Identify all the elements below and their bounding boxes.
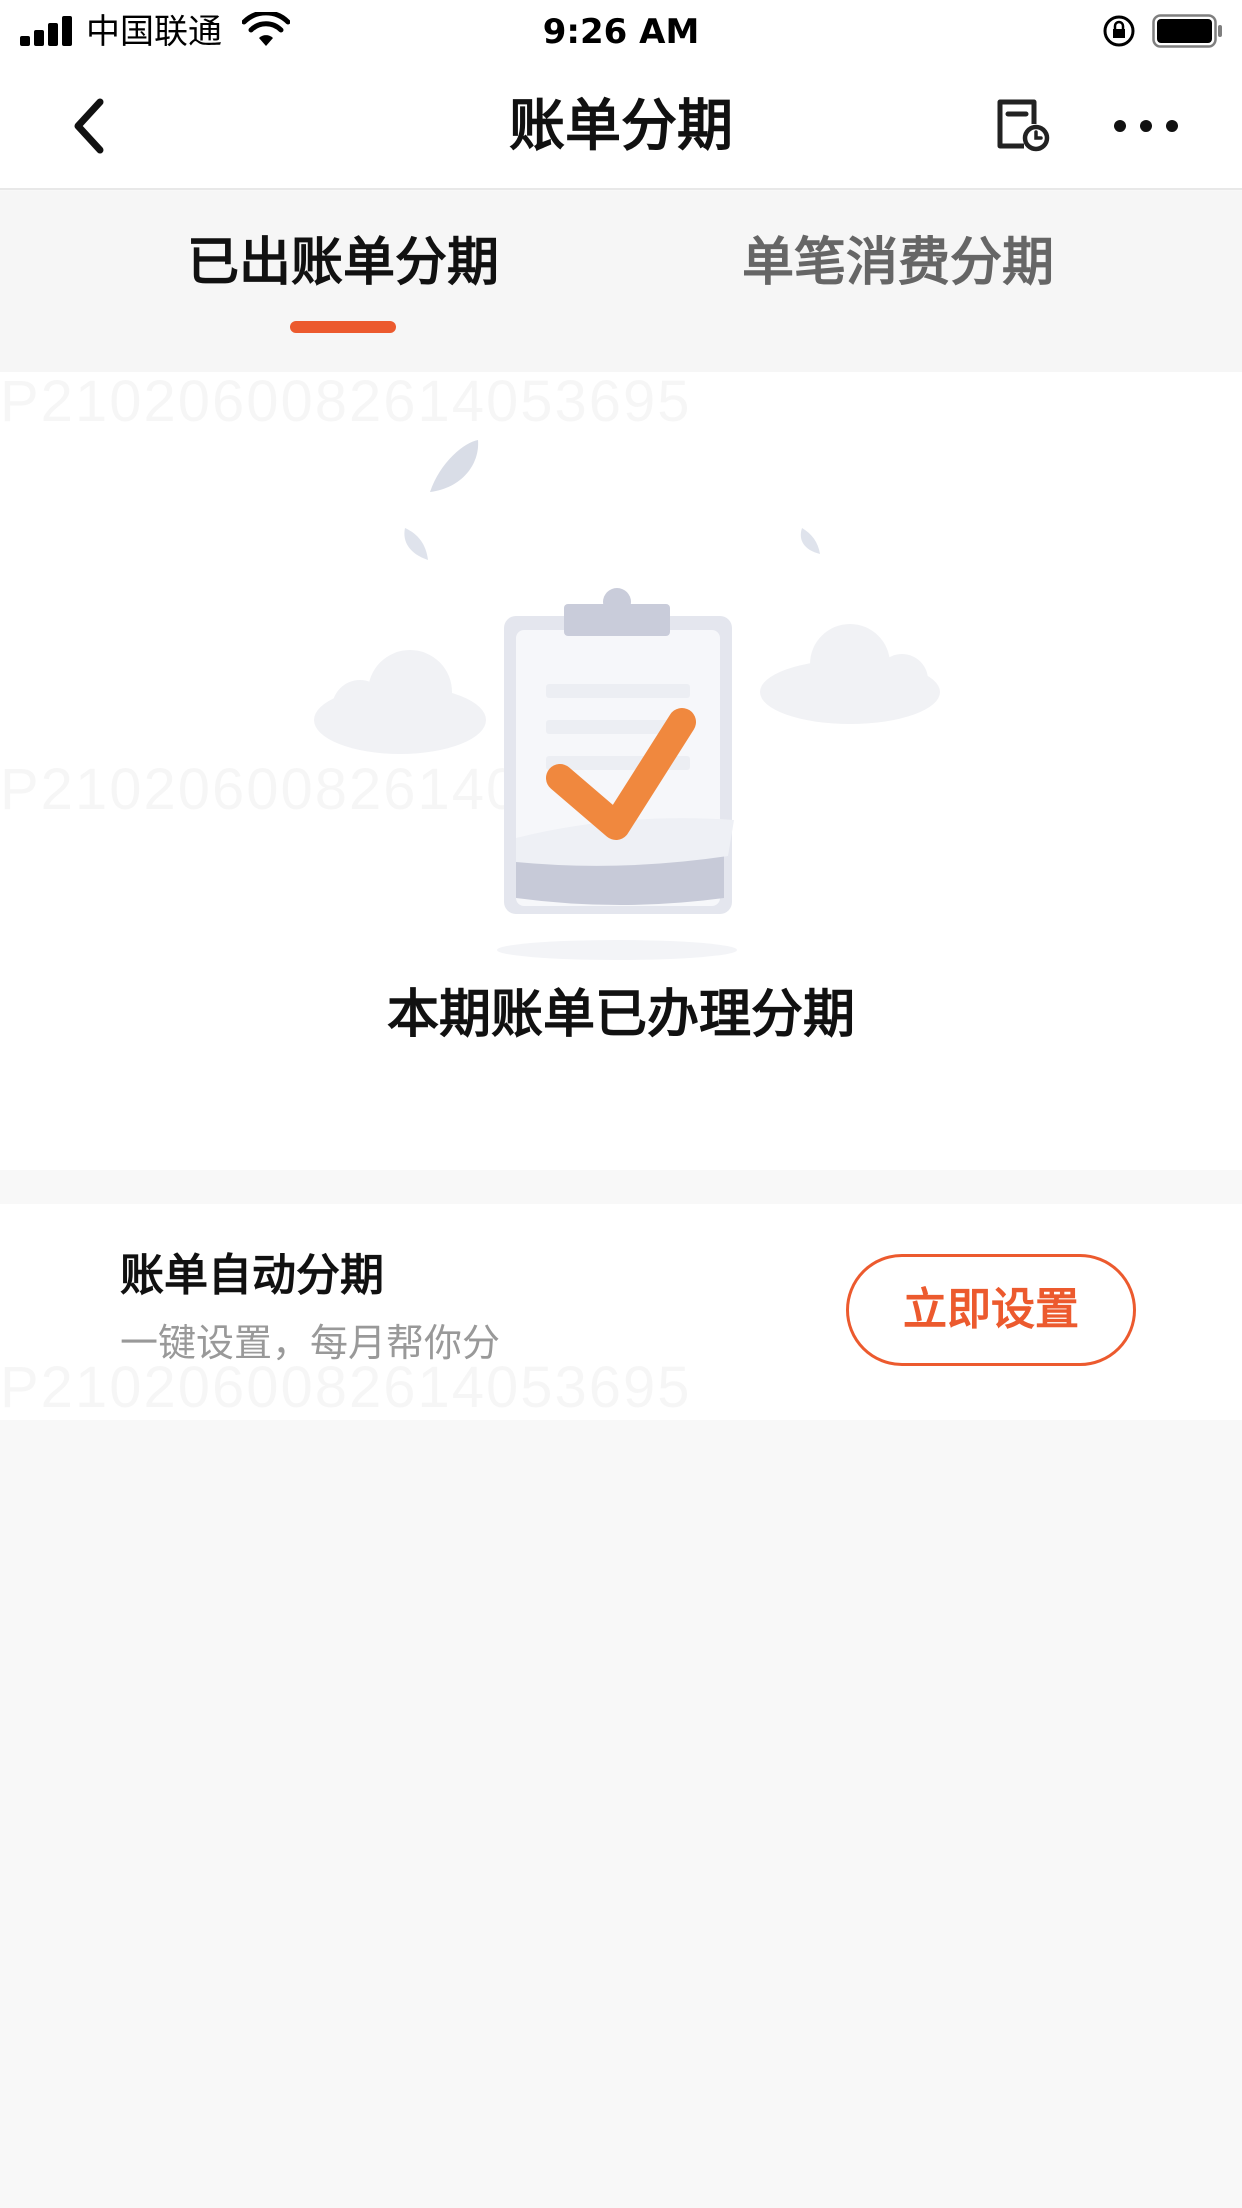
empty-state-card: P2102060082614053695 P210206008261405369… bbox=[0, 372, 1242, 1170]
empty-state-message: 本期账单已办理分期 bbox=[386, 985, 855, 1045]
auto-installment-title: 账单自动分期 bbox=[120, 1250, 384, 1301]
nav-bar: 账单分期 bbox=[0, 62, 1242, 190]
watermark: P2102060082614053695 bbox=[0, 1354, 692, 1421]
clipboard-check-illustration bbox=[314, 440, 940, 960]
tab-single-purchase-installment[interactable]: 单笔消费分期 bbox=[700, 231, 1096, 295]
auto-installment-card: 账单自动分期 一键设置，每月帮你分 立即设置 P2102060082614053… bbox=[0, 1204, 1242, 1420]
tab-bar: 已出账单分期 单笔消费分期 bbox=[0, 191, 1242, 372]
rotation-lock-icon bbox=[1103, 15, 1135, 47]
battery-icon bbox=[1152, 14, 1222, 48]
page-title: 账单分期 bbox=[509, 94, 733, 159]
more-dots-icon[interactable] bbox=[1110, 98, 1182, 154]
status-time: 9:26 AM bbox=[542, 12, 700, 52]
setup-now-button[interactable]: 立即设置 bbox=[846, 1254, 1136, 1366]
bill-clock-icon[interactable] bbox=[990, 94, 1054, 158]
tab-billed-installment[interactable]: 已出账单分期 bbox=[120, 231, 566, 295]
active-tab-indicator bbox=[290, 321, 396, 333]
page: 中国联通 9:26 AM 账单分期 已出账单分期 单笔消费分期 本期账单已办理分… bbox=[0, 0, 1242, 2208]
status-bar: 中国联通 9:26 AM bbox=[0, 0, 1242, 62]
